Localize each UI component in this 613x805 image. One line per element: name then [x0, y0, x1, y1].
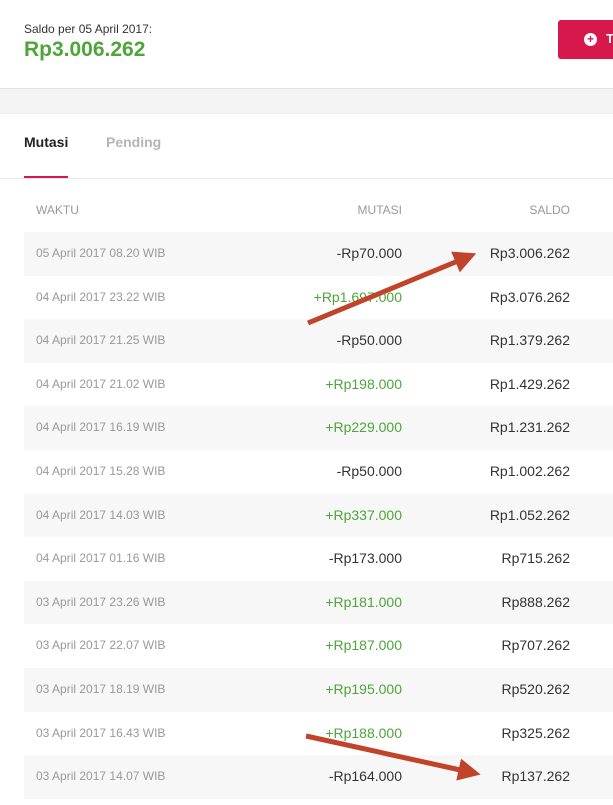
- balance-value: Rp3.006.262: [24, 38, 146, 61]
- cell-saldo: Rp137.262: [501, 768, 570, 785]
- balance-header: Saldo per 05 April 2017: Rp3.006.262 + T: [0, 0, 613, 89]
- cell-mutasi: +Rp337.000: [325, 506, 402, 523]
- table-row[interactable]: 03 April 2017 23.26 WIB +Rp181.000 Rp888.2…: [24, 580, 613, 625]
- cell-mutasi: -Rp50.000: [336, 332, 402, 349]
- table-row[interactable]: 05 April 2017 08.20 WIB -Rp70.000 Rp3.006.…: [24, 232, 613, 276]
- table-row[interactable]: 04 April 2017 23.22 WIB +Rp1.697.000 Rp3.0…: [24, 276, 613, 320]
- tab-pending[interactable]: Pending: [106, 134, 161, 176]
- cell-waktu: 04 April 2017 16.19 WIB: [36, 420, 166, 435]
- cell-mutasi: +Rp195.000: [325, 680, 402, 697]
- topup-button[interactable]: + T: [558, 20, 613, 59]
- table-row[interactable]: 04 April 2017 14.03 WIB +Rp337.000 Rp1.052…: [24, 493, 613, 538]
- cell-waktu: 03 April 2017 22.07 WIB: [36, 638, 166, 653]
- cell-mutasi: +Rp181.000: [325, 593, 402, 610]
- transaction-table: WAKTU MUTASI SALDO 05 April 2017 08.20 W…: [24, 187, 613, 799]
- cell-waktu: 04 April 2017 14.03 WIB: [36, 507, 166, 522]
- cell-saldo: Rp715.262: [501, 550, 570, 567]
- cell-waktu: 04 April 2017 23.22 WIB: [36, 289, 166, 304]
- cell-mutasi: +Rp188.000: [325, 724, 402, 741]
- section-divider: [0, 89, 613, 114]
- table-row[interactable]: 04 April 2017 21.25 WIB -Rp50.000 Rp1.379.…: [24, 319, 613, 363]
- cell-mutasi: +Rp229.000: [325, 419, 402, 436]
- plus-icon: +: [584, 33, 597, 46]
- cell-waktu: 03 April 2017 18.19 WIB: [36, 681, 166, 696]
- table-row[interactable]: 03 April 2017 18.19 WIB +Rp195.000 Rp520.2…: [24, 667, 613, 712]
- cell-mutasi: -Rp173.000: [328, 550, 402, 567]
- cell-saldo: Rp3.006.262: [489, 245, 570, 261]
- cell-waktu: 04 April 2017 21.02 WIB: [36, 376, 166, 391]
- table-row[interactable]: 03 April 2017 16.43 WIB +Rp188.000 Rp325.2…: [24, 712, 613, 756]
- cell-waktu: 05 April 2017 08.20 WIB: [36, 246, 166, 260]
- tab-mutasi[interactable]: Mutasi: [24, 134, 69, 178]
- cell-waktu: 03 April 2017 23.26 WIB: [36, 594, 166, 609]
- cell-waktu: 04 April 2017 21.25 WIB: [36, 333, 166, 348]
- cell-saldo: Rp520.262: [501, 680, 570, 697]
- column-header-saldo: SALDO: [529, 203, 570, 217]
- tab-bar: Mutasi Pending: [0, 114, 613, 179]
- table-row[interactable]: 04 April 2017 21.02 WIB +Rp198.000 Rp1.429…: [24, 363, 613, 407]
- cell-mutasi: +Rp198.000: [325, 375, 402, 392]
- cell-saldo: Rp1.379.262: [489, 332, 570, 349]
- table-row[interactable]: 04 April 2017 16.19 WIB +Rp229.000 Rp1.231…: [24, 406, 613, 450]
- table-row[interactable]: 03 April 2017 22.07 WIB +Rp187.000 Rp707.2…: [24, 624, 613, 668]
- table-header: WAKTU MUTASI SALDO: [24, 187, 613, 232]
- cell-waktu: 04 April 2017 01.16 WIB: [36, 551, 166, 566]
- cell-mutasi: -Rp70.000: [336, 245, 402, 261]
- cell-waktu: 04 April 2017 15.28 WIB: [36, 463, 166, 478]
- cell-saldo: Rp325.262: [501, 724, 570, 741]
- cell-saldo: Rp1.002.262: [489, 462, 570, 479]
- cell-saldo: Rp1.429.262: [489, 375, 570, 392]
- cell-mutasi: -Rp50.000: [336, 462, 402, 479]
- table-body: 05 April 2017 08.20 WIB -Rp70.000 Rp3.006.…: [24, 232, 613, 799]
- topup-button-label: T: [606, 31, 613, 46]
- cell-saldo: Rp1.231.262: [489, 419, 570, 436]
- table-row[interactable]: 04 April 2017 15.28 WIB -Rp50.000 Rp1.002.…: [24, 450, 613, 494]
- table-row[interactable]: 04 April 2017 01.16 WIB -Rp173.000 Rp715.2…: [24, 537, 613, 581]
- cell-saldo: Rp888.262: [501, 593, 570, 610]
- cell-waktu: 03 April 2017 14.07 WIB: [36, 769, 166, 784]
- cell-saldo: Rp1.052.262: [489, 506, 570, 523]
- table-row[interactable]: 03 April 2017 14.07 WIB -Rp164.000 Rp137.2…: [24, 755, 613, 799]
- column-header-mutasi: MUTASI: [357, 203, 402, 217]
- cell-mutasi: -Rp164.000: [328, 768, 402, 785]
- cell-mutasi: +Rp187.000: [325, 637, 402, 654]
- cell-saldo: Rp707.262: [501, 637, 570, 654]
- balance-label: Saldo per 05 April 2017:: [24, 22, 153, 36]
- column-header-waktu: WAKTU: [36, 203, 79, 217]
- cell-mutasi: +Rp1.697.000: [313, 288, 402, 305]
- cell-saldo: Rp3.076.262: [489, 288, 570, 305]
- cell-waktu: 03 April 2017 16.43 WIB: [36, 725, 166, 740]
